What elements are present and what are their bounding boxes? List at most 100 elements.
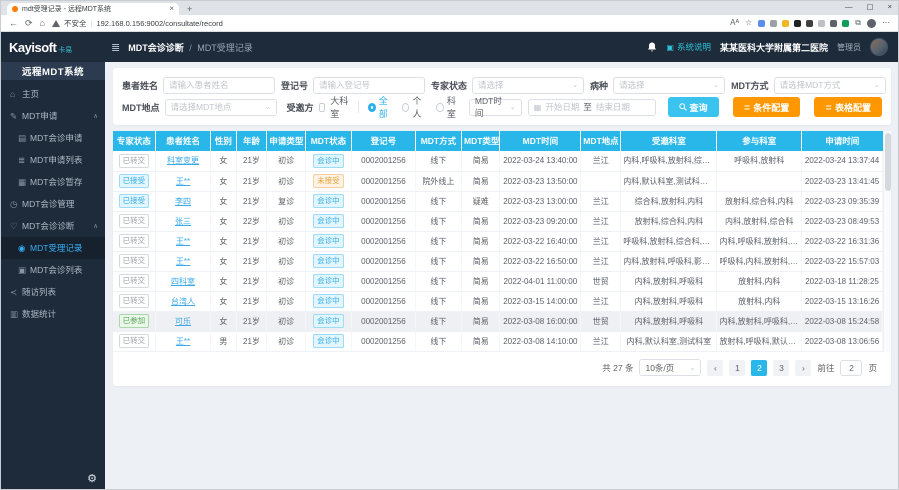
extension-icon-8[interactable]: [842, 20, 849, 27]
filter-select-MDT方式[interactable]: 请选择MDT方式⌄: [774, 77, 886, 94]
cell-mdt-status: 会诊中: [305, 311, 351, 331]
page-button-3[interactable]: 3: [773, 360, 789, 376]
extension-icon-6[interactable]: [818, 20, 825, 27]
big-dept-checkbox-label[interactable]: 大科室: [330, 94, 348, 120]
page-size-select[interactable]: 10条/页 ⌄: [639, 359, 701, 376]
sidebar-item-MDT会诊管理[interactable]: ◷MDT会诊管理: [1, 193, 105, 215]
patient-name-link[interactable]: 王**: [176, 237, 190, 246]
filter-panel: 患者姓名请输入患者姓名登记号请输入登记号专家状态请选择⌄病种请选择⌄MDT方式请…: [113, 68, 891, 125]
table-row[interactable]: 已转交张三女22岁初诊会诊中0002001256线下简易2022-03-23 0…: [113, 211, 883, 231]
filter-input-患者姓名[interactable]: 请输入患者姓名: [163, 77, 275, 94]
url-box[interactable]: 不安全 | 192.168.0.156:9002/consultate/reco…: [52, 18, 723, 29]
table-row[interactable]: 已接受王**女21岁初诊未接受0002001256院外线上简易2022-03-2…: [113, 171, 883, 191]
sidebar-item-主页[interactable]: ⌂主页: [1, 83, 105, 105]
sidebar-item-数据统计[interactable]: ▥数据统计: [1, 303, 105, 325]
refresh-icon[interactable]: ⟳: [25, 19, 33, 28]
page-button-1[interactable]: 1: [729, 360, 745, 376]
table-config-button[interactable]: ≣ 表格配置: [814, 97, 882, 117]
extension-icons: [758, 20, 849, 27]
date-range-picker[interactable]: ▦ 开始日期 至 结束日期: [528, 99, 656, 116]
column-header-年龄: 年龄: [236, 131, 267, 151]
table-row[interactable]: 已转交台湾人女21岁初诊会诊中0002001256线下简易2022-03-15 …: [113, 291, 883, 311]
table-row[interactable]: 已转交王**女21岁初诊会诊中0002001256线下简易2022-03-22 …: [113, 231, 883, 251]
prev-page-button[interactable]: ‹: [707, 360, 723, 376]
search-button[interactable]: 查询: [668, 97, 719, 117]
patient-name-link[interactable]: 王**: [176, 257, 190, 266]
big-dept-checkbox[interactable]: [319, 103, 326, 112]
cell-age: 21岁: [236, 191, 267, 211]
patient-name-link[interactable]: 科室变更: [167, 156, 199, 165]
next-page-button[interactable]: ›: [795, 360, 811, 376]
cell-patient-name: 科室变更: [155, 151, 210, 171]
sidebar-collapse-icon[interactable]: ≣: [111, 41, 120, 54]
window-close-button[interactable]: ×: [888, 2, 892, 11]
radio-option-全部[interactable]: 全部: [368, 94, 392, 120]
notification-bell-icon[interactable]: [647, 42, 657, 53]
window-minimize-button[interactable]: —: [845, 2, 853, 11]
cell-apply-type: 复诊: [267, 191, 305, 211]
table-row[interactable]: 已转交王**女21岁初诊会诊中0002001256线下简易2022-03-22 …: [113, 251, 883, 271]
total-count: 共 27 条: [602, 362, 633, 374]
table-row[interactable]: 已转交四科室女21岁初诊会诊中0002001256线下简易2022-04-01 …: [113, 271, 883, 291]
scrollbar-thumb[interactable]: [885, 133, 891, 191]
system-note-link[interactable]: ▣ 系统说明: [666, 41, 711, 53]
patient-name-link[interactable]: 台湾人: [171, 297, 195, 306]
sidebar-item-随访列表[interactable]: ≺随访列表: [1, 281, 105, 303]
new-tab-button[interactable]: +: [187, 3, 192, 15]
table-row[interactable]: 已接受李四女21岁复诊会诊中0002001256线下疑难2022-03-23 1…: [113, 191, 883, 211]
sidebar-item-MDT会诊诊断[interactable]: ♡MDT会诊诊断∧: [1, 215, 105, 237]
patient-name-link[interactable]: 张三: [175, 217, 191, 226]
radio-option-科室[interactable]: 科室: [436, 94, 460, 120]
filter-input-登记号[interactable]: 请输入登记号: [313, 77, 425, 94]
sidebar-item-MDT会诊暂存[interactable]: ▦MDT会诊暂存: [1, 171, 105, 193]
more-options-icon[interactable]: ⋯: [882, 19, 890, 27]
tab-close-icon[interactable]: ×: [169, 5, 174, 13]
sidebar-item-MDT会诊列表[interactable]: ▣MDT会诊列表: [1, 259, 105, 281]
cell-reg-no: 0002001256: [351, 311, 415, 331]
table-row[interactable]: 已转交王**男21岁初诊会诊中0002001256线下简易2022-03-08 …: [113, 331, 883, 351]
patient-name-link[interactable]: 可乐: [175, 317, 191, 326]
filter-select-专家状态[interactable]: 请选择⌄: [472, 77, 584, 94]
patient-name-link[interactable]: 四科室: [171, 277, 195, 286]
filter-select-病种[interactable]: 请选择⌄: [613, 77, 725, 94]
favorite-star-icon[interactable]: ☆: [745, 19, 752, 27]
sidebar-item-MDT受理记录[interactable]: ◉MDT受理记录: [1, 237, 105, 259]
sidebar-item-MDT会诊申请[interactable]: ▤MDT会诊申请: [1, 127, 105, 149]
patient-name-link[interactable]: 李四: [175, 197, 191, 206]
mdt-place-select[interactable]: 请选择MDT地点 ⌄: [165, 99, 277, 116]
user-role[interactable]: 管理员: [837, 42, 861, 53]
app-logo[interactable]: Kayisoft 卡易: [1, 40, 105, 55]
table-row[interactable]: 已参加可乐女21岁初诊会诊中0002001256线下简易2022-03-08 1…: [113, 311, 883, 331]
text-zoom-icon[interactable]: Aᴬ: [730, 19, 739, 27]
extension-icon-7[interactable]: [830, 20, 837, 27]
table-scrollbar[interactable]: [883, 131, 891, 352]
user-avatar[interactable]: [870, 38, 888, 56]
extension-icon-4[interactable]: [794, 20, 801, 27]
window-maximize-button[interactable]: ▢: [867, 2, 874, 11]
cell-patient-name: 可乐: [155, 311, 210, 331]
browser-profile-avatar[interactable]: [867, 19, 876, 28]
extension-icon-3[interactable]: [782, 20, 789, 27]
radio-option-个人[interactable]: 个人: [402, 94, 426, 120]
home-icon[interactable]: ⌂: [40, 19, 45, 28]
table-row[interactable]: 已转交科室变更女21岁初诊会诊中0002001256线下简易2022-03-24…: [113, 151, 883, 171]
cell-mdt-place: 兰江: [581, 191, 621, 211]
settings-gear-icon[interactable]: ⚙: [87, 472, 97, 485]
page-button-2[interactable]: 2: [751, 360, 767, 376]
patient-name-link[interactable]: 王**: [176, 177, 190, 186]
cell-apply-time: 2022-03-24 13:37:44: [802, 151, 883, 171]
breadcrumb-root[interactable]: MDT会诊诊断: [128, 43, 184, 53]
extension-icon-5[interactable]: [806, 20, 813, 27]
patient-name-link[interactable]: 王**: [176, 337, 190, 346]
condition-config-button[interactable]: ≣ 条件配置: [733, 97, 801, 117]
split-screen-icon[interactable]: ⧉: [855, 19, 861, 27]
sidebar-item-MDT申请列表[interactable]: ≣MDT申请列表: [1, 149, 105, 171]
sidebar-item-MDT申请[interactable]: ✎MDT申请∧: [1, 105, 105, 127]
cell-age: 21岁: [236, 151, 267, 171]
goto-page-input[interactable]: 2: [840, 360, 862, 376]
time-field-select[interactable]: MDT时间 ⌄: [469, 99, 522, 116]
extension-icon-1[interactable]: [758, 20, 765, 27]
back-icon[interactable]: ←: [9, 19, 18, 28]
browser-tab[interactable]: mdt受理记录 - 远程MDT系统 ×: [7, 3, 179, 15]
extension-icon-2[interactable]: [770, 20, 777, 27]
